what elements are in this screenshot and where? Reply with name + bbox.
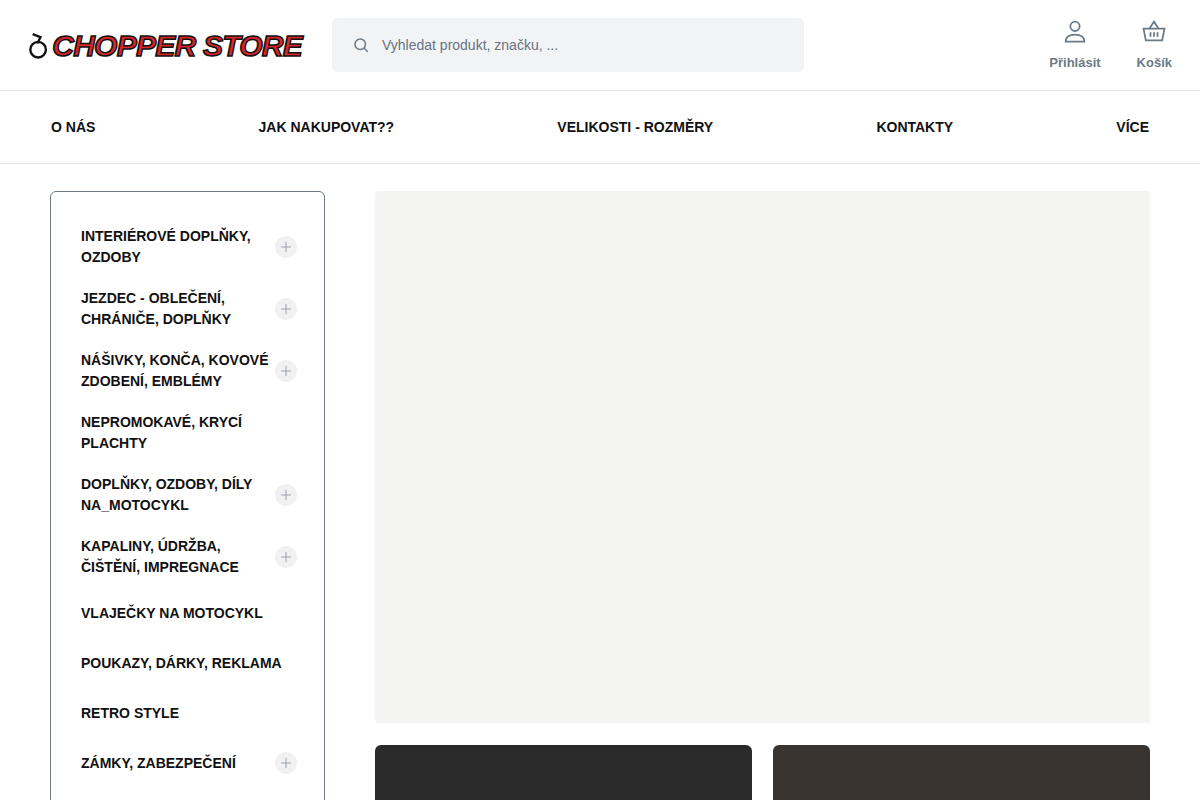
nav-item[interactable]: KONTAKTY: [876, 117, 953, 138]
cart-button[interactable]: Košík: [1137, 17, 1172, 73]
sidebar: INTERIÉROVÉ DOPLŇKY, OZDOBYJEZDEC - OBLE…: [50, 191, 325, 800]
sidebar-item[interactable]: KAPALINY, ÚDRŽBA, ČIŠTĚNÍ, IMPREGNACE: [51, 526, 324, 588]
sidebar-item[interactable]: JEZDEC - OBLEČENÍ, CHRÁNIČE, DOPLŇKY: [51, 278, 324, 340]
sidebar-item[interactable]: POUKAZY, DÁRKY, REKLAMA: [51, 638, 324, 688]
user-button[interactable]: Přihlásit: [1049, 17, 1100, 73]
logo[interactable]: CHOPPER STORE: [28, 23, 302, 68]
promo-banner[interactable]: [773, 745, 1150, 800]
nav-item[interactable]: VELIKOSTI - ROZMĚRY: [557, 117, 713, 138]
user-icon: [1061, 17, 1089, 45]
plus-icon[interactable]: [275, 484, 297, 506]
plus-icon[interactable]: [275, 298, 297, 320]
promo-banner[interactable]: [375, 745, 752, 800]
search-icon: [352, 36, 370, 54]
sidebar-item[interactable]: DOPLŇKY, OZDOBY, DÍLY NA_MOTOCYKL: [51, 464, 324, 526]
search-field[interactable]: Vyhledat produkt, značku, ...: [332, 18, 804, 72]
nav-item[interactable]: VÍCE: [1116, 117, 1149, 138]
sidebar-item[interactable]: NÁŠIVKY, KONČA, KOVOVÉ ZDOBENÍ, EMBLÉMY: [51, 340, 324, 402]
plus-icon[interactable]: [275, 752, 297, 774]
sidebar-item[interactable]: NEPROMOKAVÉ, KRYCÍ PLACHTY: [51, 402, 324, 464]
plus-icon[interactable]: [275, 546, 297, 568]
nav-item[interactable]: JAK NAKUPOVAT??: [259, 117, 395, 138]
header: CHOPPER STORE Vyhledat produkt, značku, .…: [0, 0, 1200, 91]
main-nav: O NÁS JAK NAKUPOVAT?? VELIKOSTI - ROZMĚRY K…: [0, 91, 1200, 164]
page: CHOPPER STORE Vyhledat produkt, značku, .…: [0, 0, 1200, 800]
motorcycle-icon: [28, 25, 48, 65]
plus-icon[interactable]: [275, 360, 297, 382]
nav-item[interactable]: O NÁS: [51, 117, 95, 138]
sidebar-item[interactable]: INTERIÉROVÉ DOPLŇKY, OZDOBY: [51, 216, 324, 278]
sidebar-item[interactable]: ZÁMKY, ZABEZPEČENÍ: [51, 738, 324, 788]
sidebar-item[interactable]: RETRO STYLE: [51, 688, 324, 738]
content: [375, 191, 1150, 800]
sidebar-item[interactable]: VLAJEČKY NA MOTOCYKL: [51, 588, 324, 638]
plus-icon[interactable]: [275, 236, 297, 258]
main-banner[interactable]: [375, 191, 1150, 723]
cart-icon: [1140, 17, 1168, 45]
